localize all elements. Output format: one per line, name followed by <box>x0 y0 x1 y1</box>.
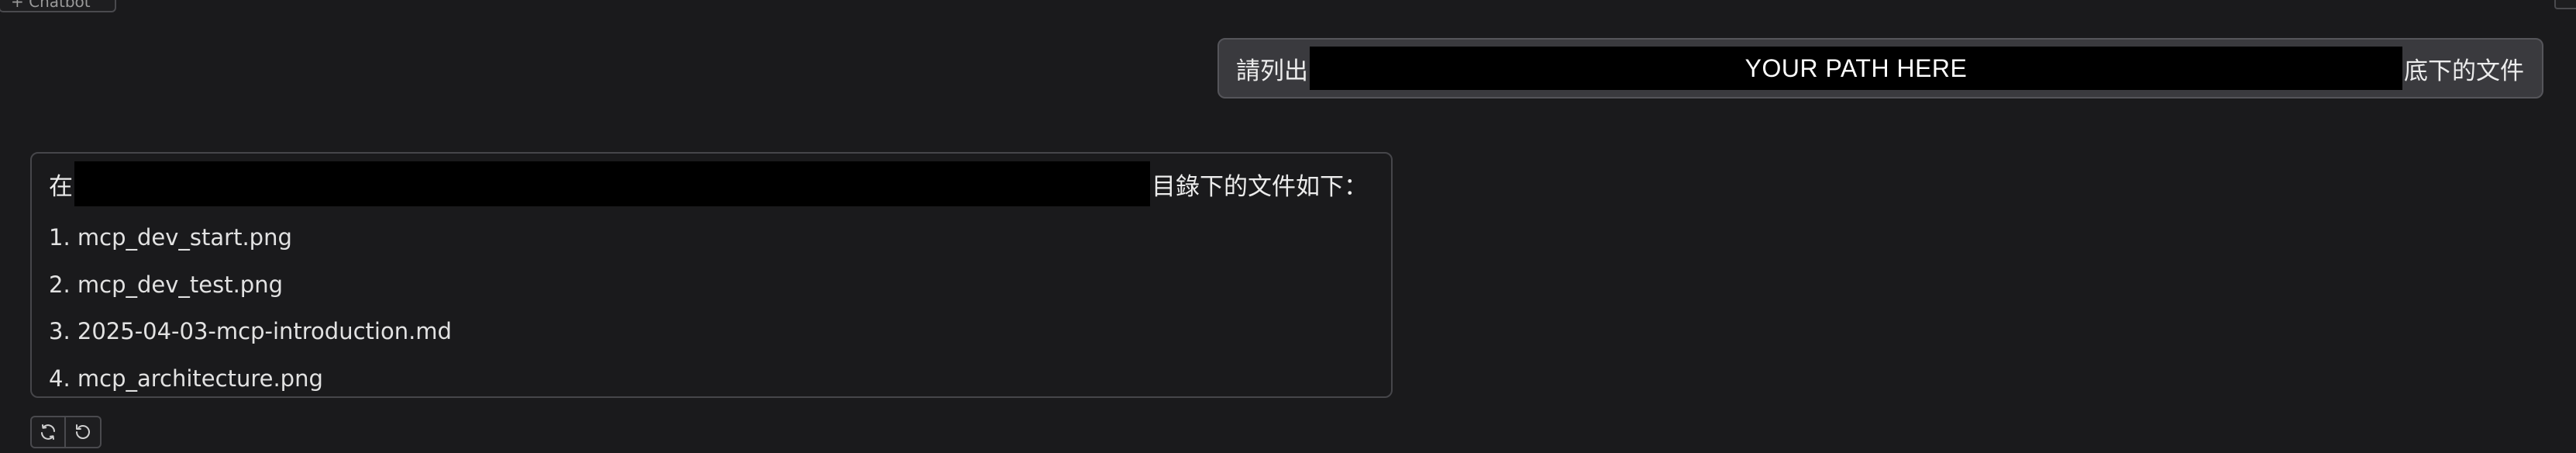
undo-button[interactable] <box>66 416 102 448</box>
file-list-item: 2. mcp_dev_test.png <box>49 271 284 298</box>
file-list-item: 3. 2025-04-03-mcp-introduction.md <box>49 318 452 345</box>
redacted-path: YOUR PATH HERE <box>1310 47 2402 90</box>
chatbot-label: + Chatbot <box>11 0 91 11</box>
user-message-suffix: 底下的文件 <box>2404 57 2524 85</box>
file-list-item: 1. mcp_dev_start.png <box>49 224 292 251</box>
assistant-message-bubble: 在 目錄下的文件如下： 1. mcp_dev_start.png 2. mcp_… <box>30 152 1393 398</box>
file-list: 1. mcp_dev_start.png 2. mcp_dev_test.png… <box>49 214 452 402</box>
retry-button[interactable] <box>30 416 66 448</box>
assistant-intro-line: 在 目錄下的文件如下： <box>49 161 1368 206</box>
message-actions <box>30 416 102 448</box>
file-list-item: 4. mcp_architecture.png <box>49 365 323 392</box>
path-placeholder-text: YOUR PATH HERE <box>1744 54 1968 82</box>
assistant-message-suffix: 目錄下的文件如下： <box>1152 172 1368 201</box>
redacted-directory <box>74 161 1150 206</box>
user-message-prefix: 請列出 <box>1236 57 1308 85</box>
user-message-bubble: 請列出 YOUR PATH HERE 底下的文件 <box>1217 38 2543 99</box>
chatbot-label-chip: + Chatbot <box>0 0 116 12</box>
chat-page: + Chatbot 請列出 YOUR PATH HERE 底下的文件 在 目錄下… <box>0 0 2576 453</box>
undo-icon <box>76 424 90 439</box>
refresh-icon <box>41 424 55 440</box>
assistant-message-prefix: 在 <box>49 172 73 201</box>
corner-button[interactable] <box>2554 0 2576 9</box>
